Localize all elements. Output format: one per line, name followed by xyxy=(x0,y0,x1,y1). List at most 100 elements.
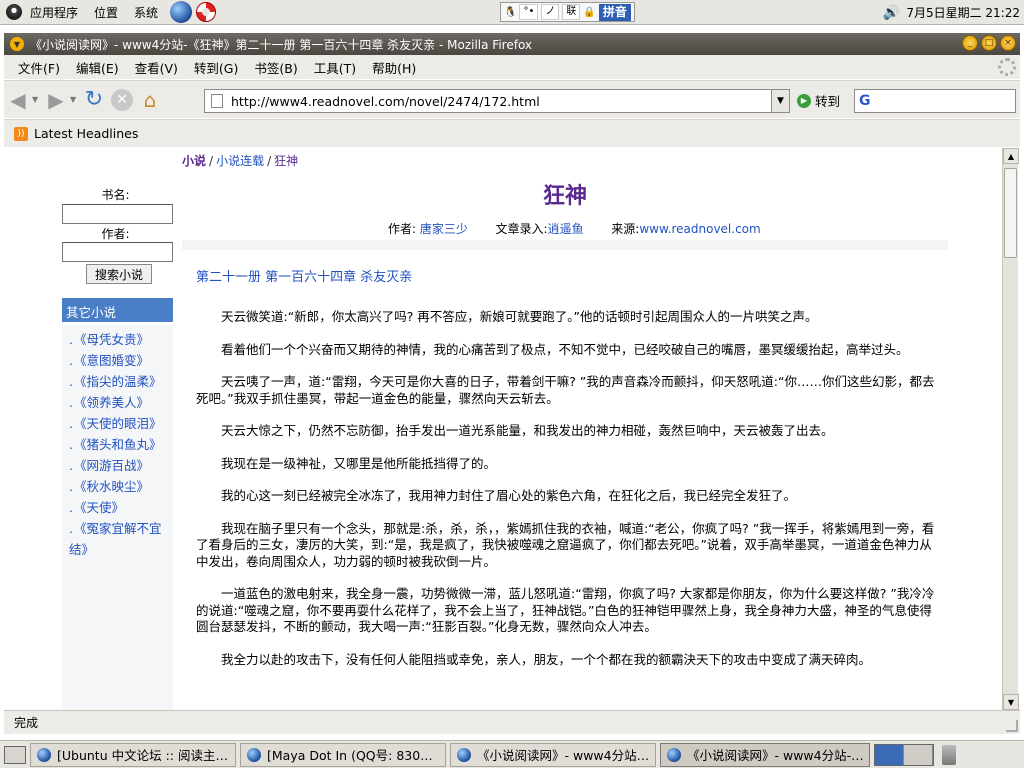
help-launcher-icon[interactable] xyxy=(196,2,217,22)
list-item[interactable]: .《秋水映尘》 xyxy=(69,476,173,497)
entry-by-link[interactable]: 逍遥鱼 xyxy=(548,222,584,236)
search-input[interactable]: G xyxy=(854,89,1016,113)
menu-help[interactable]: 帮助(H) xyxy=(364,58,424,77)
volume-icon[interactable]: 🔊 xyxy=(883,5,900,21)
page-content: 小说 / 小说连载 / 狂神 书名: 作者: 搜索小说 其它小说 .《母凭女贵》 .《意… xyxy=(4,148,1002,710)
reload-icon[interactable]: ↻ xyxy=(80,86,108,114)
workspace-2[interactable] xyxy=(904,744,933,765)
list-item[interactable]: .《天使的眼泪》 xyxy=(69,413,173,434)
paragraph: 天云大惊之下，仍然不忘防御，抬手发出一道光系能量，和我发出的神力相碰，轰然巨响中… xyxy=(221,423,834,438)
window-menu-icon[interactable]: ▼ xyxy=(10,37,24,51)
breadcrumb-serial-link[interactable]: 小说连载 xyxy=(216,154,264,168)
ime-mode-label[interactable]: 拼音 xyxy=(598,3,631,21)
firefox-launcher-icon[interactable] xyxy=(170,1,193,23)
breadcrumb: 小说 / 小说连载 / 狂神 xyxy=(182,154,299,168)
forward-arrow-icon[interactable]: ▶ xyxy=(42,86,70,114)
window-titlebar[interactable]: ▼ 《小说阅读网》- www4分站-《狂神》第二十一册 第一百六十四章 杀友灭亲… xyxy=(4,33,1020,55)
go-arrow-icon: ▶ xyxy=(797,93,811,108)
task-maya-qq[interactable]: [Maya Dot In (QQ号: 830… xyxy=(240,742,446,767)
author-link[interactable]: 唐家三少 xyxy=(420,222,468,236)
workspace-1[interactable] xyxy=(875,744,904,765)
sidebar: 书名: 作者: 搜索小说 其它小说 .《母凭女贵》 .《意图婚变》 .《指尖的温… xyxy=(58,170,178,710)
system-menu[interactable]: 系统 xyxy=(126,4,166,21)
scroll-down-arrow-icon[interactable]: ▼ xyxy=(1003,694,1019,710)
back-history-dropdown[interactable]: ▼ xyxy=(32,95,42,104)
gnome-foot-icon[interactable] xyxy=(6,4,22,20)
clock[interactable]: 7月5日星期二 21:22 xyxy=(906,4,1020,21)
taskbar: [Ubuntu 中文论坛 :: 阅读主… [Maya Dot In (QQ号: … xyxy=(0,740,1024,768)
vertical-scrollbar[interactable]: ▲ ▼ xyxy=(1002,148,1019,710)
maximize-button[interactable]: □ xyxy=(981,35,997,51)
novel-meta: 作者: 唐家三少 文章录入:逍遥鱼 来源:www.readnovel.com xyxy=(388,220,761,237)
article: 第二十一册 第一百六十四章 杀友灭亲 天云微笑道:“新郎，你太高兴了吗? 再不答… xyxy=(182,250,948,710)
task-label: [Ubuntu 中文论坛 :: 阅读主… xyxy=(57,748,228,763)
workspace-switcher[interactable] xyxy=(874,743,934,766)
breadcrumb-book-link[interactable]: 狂神 xyxy=(274,154,298,168)
ime-punct-toggle[interactable]: °• xyxy=(519,4,539,20)
statusbar: 完成 xyxy=(4,710,1020,734)
url-bar[interactable]: http://www4.readnovel.com/novel/2474/172… xyxy=(204,89,790,113)
task-label: [Maya Dot In (QQ号: 830… xyxy=(267,748,433,763)
url-history-dropdown[interactable]: ▼ xyxy=(771,90,789,112)
novel-header: 狂神 作者: 唐家三少 文章录入:逍遥鱼 来源:www.readnovel.co… xyxy=(182,170,948,240)
source-meta-label: 来源: xyxy=(611,222,640,236)
url-input[interactable]: http://www4.readnovel.com/novel/2474/172… xyxy=(231,94,540,109)
applications-menu[interactable]: 应用程序 xyxy=(22,4,86,21)
menu-view[interactable]: 查看(V) xyxy=(127,58,186,77)
book-name-input[interactable] xyxy=(62,204,173,224)
show-desktop-icon[interactable] xyxy=(4,745,26,764)
author-input[interactable] xyxy=(62,242,173,262)
stop-button[interactable]: ✕ xyxy=(108,86,136,114)
firefox-icon xyxy=(457,747,471,762)
go-button[interactable]: ▶ 转到 xyxy=(797,91,840,110)
menu-tools[interactable]: 工具(T) xyxy=(306,58,364,77)
menu-bookmarks[interactable]: 书签(B) xyxy=(246,58,305,77)
other-novels-header: 其它小说 xyxy=(62,298,173,322)
list-item[interactable]: .《母凭女贵》 xyxy=(69,329,173,350)
search-novel-button[interactable]: 搜索小说 xyxy=(86,264,152,284)
google-search-engine-icon[interactable]: G xyxy=(859,93,871,109)
places-menu[interactable]: 位置 xyxy=(86,4,126,21)
paragraph: 天云微笑道:“新郎，你太高兴了吗? 再不答应，新娘可就要跑了。”他的话顿时引起周… xyxy=(221,309,818,324)
task-readnovel-2[interactable]: 《小说阅读网》- www4分站-… xyxy=(660,742,870,767)
source-link[interactable]: www.readnovel.com xyxy=(639,222,760,236)
menu-go[interactable]: 转到(G) xyxy=(186,58,246,77)
penguin-icon[interactable]: 🐧 xyxy=(504,7,516,18)
resize-grip-icon[interactable] xyxy=(1006,720,1018,732)
entry-meta-label: 文章录入: xyxy=(495,222,548,236)
forward-history-dropdown[interactable]: ▼ xyxy=(70,95,80,104)
go-label: 转到 xyxy=(815,94,841,109)
list-item[interactable]: .《意图婚变》 xyxy=(69,350,173,371)
task-readnovel-1[interactable]: 《小说阅读网》- www4分站… xyxy=(450,742,656,767)
top-panel: 应用程序 位置 系统 🐧 °• ノ 联 🔒 拼音 🔊 7月5日星期二 21:22 xyxy=(0,0,1024,25)
back-arrow-icon[interactable]: ◀ xyxy=(4,86,32,114)
scroll-up-arrow-icon[interactable]: ▲ xyxy=(1003,148,1019,164)
scroll-thumb[interactable] xyxy=(1004,168,1017,258)
menu-file[interactable]: 文件(F) xyxy=(10,58,68,77)
bookmarks-toolbar: )) Latest Headlines xyxy=(4,119,1020,147)
ime-width-toggle[interactable]: ノ xyxy=(541,4,560,20)
list-item[interactable]: .《指尖的温柔》 xyxy=(69,371,173,392)
bookmark-latest-headlines[interactable]: Latest Headlines xyxy=(34,126,138,141)
list-item[interactable]: .《网游百战》 xyxy=(69,455,173,476)
close-button[interactable]: × xyxy=(1000,35,1016,51)
breadcrumb-novel-link[interactable]: 小说 xyxy=(182,154,206,168)
menu-edit[interactable]: 编辑(E) xyxy=(68,58,127,77)
list-item[interactable]: .《冤家宜解不宜结》 xyxy=(69,518,173,560)
author-label: 作者: xyxy=(101,227,130,241)
task-label: 《小说阅读网》- www4分站… xyxy=(477,748,650,763)
lock-icon[interactable]: 🔒 xyxy=(583,7,595,18)
panel-tray: 🔊 7月5日星期二 21:22 xyxy=(883,0,1020,25)
chapter-title: 第二十一册 第一百六十四章 杀友灭亲 xyxy=(196,270,413,285)
minimize-button[interactable]: _ xyxy=(962,35,978,51)
list-item[interactable]: .《领养美人》 xyxy=(69,392,173,413)
window-controls: _ □ × xyxy=(959,35,1016,51)
ime-assoc-toggle[interactable]: 联 xyxy=(562,4,581,20)
trash-icon[interactable] xyxy=(942,744,956,765)
window-title: 《小说阅读网》- www4分站-《狂神》第二十一册 第一百六十四章 杀友灭亲 -… xyxy=(30,37,533,52)
input-method-bar: 🐧 °• ノ 联 🔒 拼音 xyxy=(500,2,635,22)
task-ubuntu-forum[interactable]: [Ubuntu 中文论坛 :: 阅读主… xyxy=(30,742,236,767)
list-item[interactable]: .《猪头和鱼丸》 xyxy=(69,434,173,455)
home-icon[interactable]: ⌂ xyxy=(136,86,164,114)
list-item[interactable]: .《天使》 xyxy=(69,497,173,518)
